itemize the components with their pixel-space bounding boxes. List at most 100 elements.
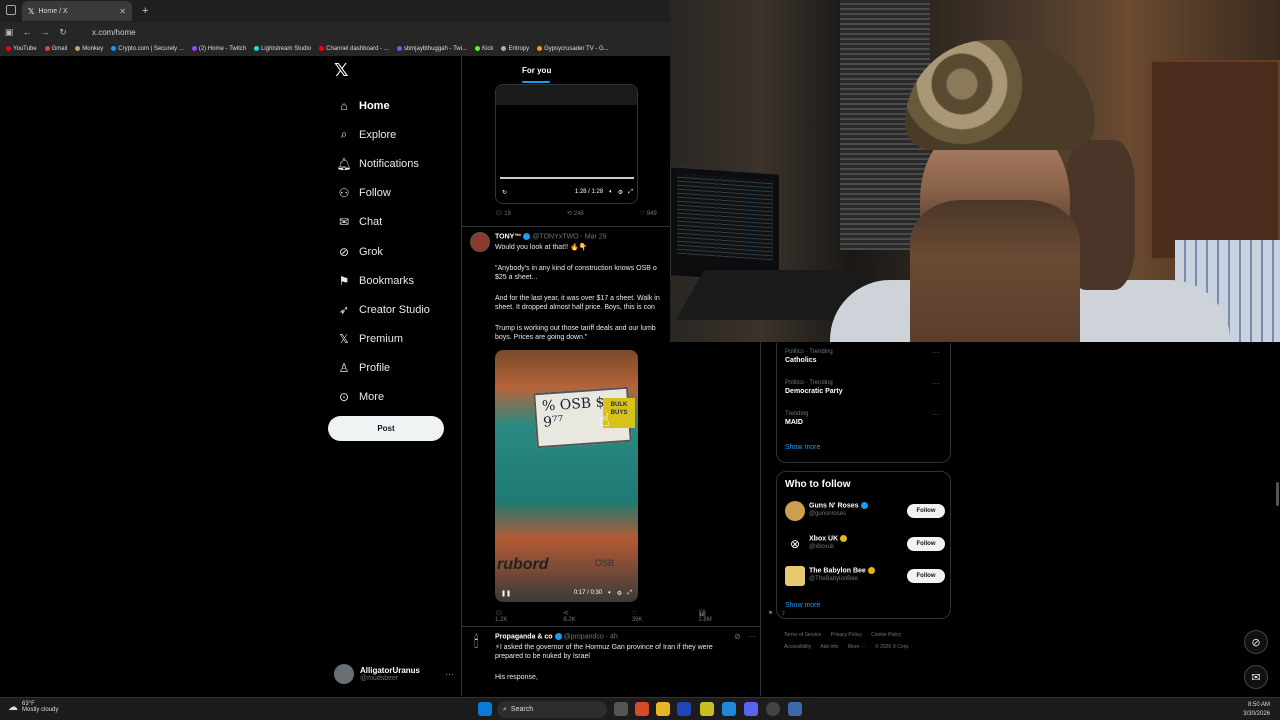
more-icon[interactable]: ··· <box>748 632 756 641</box>
video-player[interactable]: % OSB $ 9⁷⁷ BULK BUYS rubord OSB ☝ ❚❚ 0:… <box>495 350 638 602</box>
sidebar-toggle-icon[interactable]: ▣ <box>0 27 18 38</box>
nav-item-follow[interactable]: ⚇ Follow <box>330 179 460 208</box>
settings-icon[interactable]: ⚙ <box>618 189 623 196</box>
app-icon[interactable] <box>788 702 802 716</box>
video-player[interactable]: ↻ 1:28 / 1:28 🔈︎ ⚙ ⤢ <box>495 84 638 204</box>
nav-item-premium[interactable]: 𝕏 Premium <box>330 325 460 354</box>
windows-start-icon[interactable] <box>478 702 492 716</box>
bookmark-item[interactable]: YouTube <box>6 45 37 52</box>
follow-suggestion[interactable]: The Babylon Bee @TheBabylonBee Follow <box>785 566 945 588</box>
author-handle[interactable]: @propandco <box>564 633 604 640</box>
new-tab-icon[interactable]: + <box>142 5 148 17</box>
avatar[interactable] <box>785 501 805 521</box>
follow-button[interactable]: Follow <box>907 537 945 551</box>
reply-button[interactable]: 💬︎ 18 <box>495 210 539 217</box>
bookmark-item[interactable]: sbmjaybthuggah - Twi... <box>396 45 467 52</box>
follow-suggestion[interactable]: Guns N' Roses @gunsnroses Follow <box>785 501 945 523</box>
app-icon[interactable] <box>700 702 714 716</box>
weather-widget[interactable]: ☁ 63°F Mostly cloudy <box>8 701 58 713</box>
nav-item-home[interactable]: ⌂ Home <box>330 91 460 120</box>
author-name[interactable]: TONY™ <box>495 233 521 240</box>
nav-item-creator-studio[interactable]: ➶ Creator Studio <box>330 295 460 324</box>
tweet-date[interactable]: · Mar 29 <box>581 233 607 240</box>
system-clock[interactable]: 8:50 AM 3/30/2026 <box>1243 701 1270 719</box>
app-icon[interactable] <box>766 702 780 716</box>
file-explorer-icon[interactable] <box>656 702 670 716</box>
more-icon[interactable]: ··· <box>932 410 940 419</box>
bookmark-item[interactable]: Crypto.com | Securely ... <box>111 45 184 52</box>
repost-button[interactable]: ⟲ 248 <box>567 210 612 217</box>
reload-icon[interactable]: ↻ <box>54 27 72 38</box>
trend-item[interactable]: Trending MAID <box>785 411 808 426</box>
scrollbar[interactable] <box>1276 482 1279 506</box>
nav-item-more[interactable]: ⊙ More <box>330 383 460 412</box>
discord-icon[interactable] <box>744 702 758 716</box>
like-button[interactable]: ♡ 39K <box>632 610 671 623</box>
app-icon[interactable] <box>677 702 691 716</box>
show-more-link[interactable]: Show more <box>785 602 820 609</box>
replay-icon[interactable]: ↻ <box>502 189 507 196</box>
author-handle[interactable]: @TONYxTWO <box>532 233 578 240</box>
nav-item-grok[interactable]: ⊘ Grok <box>330 237 460 266</box>
views-button[interactable]: 📊︎ 1.8M <box>698 610 739 623</box>
edge-icon[interactable] <box>722 702 736 716</box>
follow-button[interactable]: Follow <box>907 504 945 518</box>
author-name[interactable]: Propaganda & co <box>495 633 553 640</box>
footer-link[interactable]: Accessibility <box>784 644 811 650</box>
trend-item[interactable]: Politics · Trending Catholics <box>785 349 833 364</box>
nav-item-bookmarks[interactable]: ⚑ Bookmarks <box>330 266 460 295</box>
tweet-date[interactable]: · 4h <box>606 633 618 640</box>
footer-link[interactable]: More ··· <box>848 644 866 650</box>
app-icon[interactable] <box>635 702 649 716</box>
trend-item[interactable]: Politics · Trending Democratic Party <box>785 380 843 395</box>
back-icon[interactable]: ← <box>18 27 36 37</box>
grok-icon[interactable]: ⊘ <box>734 632 741 641</box>
settings-icon[interactable]: ⚙ <box>617 590 622 597</box>
bookmark-item[interactable]: Monkey <box>75 45 103 52</box>
bookmark-icon[interactable]: ⚑ <box>768 610 773 623</box>
volume-icon[interactable]: 🔈︎ <box>608 590 612 597</box>
footer-link[interactable]: Terms of Service <box>784 632 821 638</box>
taskbar-search[interactable]: ⌕ Search <box>497 701 607 718</box>
url-field[interactable]: x.com/home <box>92 28 136 37</box>
browser-tab[interactable]: 𝕏 Home / X ✕ <box>22 1 132 21</box>
footer-link[interactable]: Ads info <box>820 644 838 650</box>
bookmark-item[interactable]: Lightstream Studio <box>254 45 311 52</box>
follow-suggestion[interactable]: ⊗ Xbox UK @xboxuk Follow <box>785 534 945 556</box>
follow-button[interactable]: Follow <box>907 569 945 583</box>
avatar[interactable] <box>785 566 805 586</box>
video-progress-bar[interactable] <box>500 177 634 179</box>
post-button[interactable]: Post <box>328 416 444 441</box>
reply-button[interactable]: 💬︎ 1.2K <box>495 610 535 623</box>
forward-icon[interactable]: → <box>36 27 54 37</box>
pause-icon[interactable]: ❚❚ <box>501 590 511 597</box>
more-icon[interactable]: ··· <box>445 669 454 679</box>
avatar[interactable]: 🕯︎ <box>474 634 486 651</box>
show-more-link[interactable]: Show more <box>785 444 820 451</box>
tab-for-you[interactable]: For you <box>522 66 551 75</box>
xbox-logo-icon[interactable]: ⊗ <box>785 534 805 554</box>
footer-link[interactable]: Privacy Policy <box>831 632 862 638</box>
fullscreen-icon[interactable]: ⤢ <box>627 590 632 597</box>
bookmark-item[interactable]: Entropy <box>501 45 529 52</box>
avatar[interactable] <box>470 232 490 252</box>
fullscreen-icon[interactable]: ⤢ <box>628 189 633 196</box>
more-icon[interactable]: ··· <box>932 348 940 357</box>
grok-float-icon[interactable]: ⊘ <box>1244 630 1268 654</box>
bookmark-item[interactable]: Gypsycrusader TV - G... <box>537 45 609 52</box>
bookmark-item[interactable]: Gmail <box>44 45 67 52</box>
account-switcher[interactable]: AlligatorUranus @mudsbeer ··· <box>334 662 454 686</box>
bookmark-item[interactable]: Channel dashboard - ... <box>319 45 389 52</box>
bookmark-item[interactable]: Kick <box>475 45 493 52</box>
messages-float-icon[interactable]: ✉ <box>1244 665 1268 689</box>
repost-button[interactable]: ⟲ 8.2K <box>563 610 603 623</box>
task-view-icon[interactable] <box>614 702 628 716</box>
footer-link[interactable]: Cookie Policy <box>871 632 901 638</box>
volume-icon[interactable]: 🔈︎ <box>609 189 613 196</box>
x-logo-icon[interactable]: 𝕏 <box>334 60 460 81</box>
nav-item-chat[interactable]: ✉ Chat <box>330 208 460 237</box>
close-tab-icon[interactable]: ✕ <box>119 7 126 16</box>
nav-item-notifications[interactable]: 🔔︎ Notifications <box>330 149 460 178</box>
bookmark-item[interactable]: (2) Home - Twitch <box>191 45 246 52</box>
nav-item-explore[interactable]: ⌕ Explore <box>330 120 460 149</box>
